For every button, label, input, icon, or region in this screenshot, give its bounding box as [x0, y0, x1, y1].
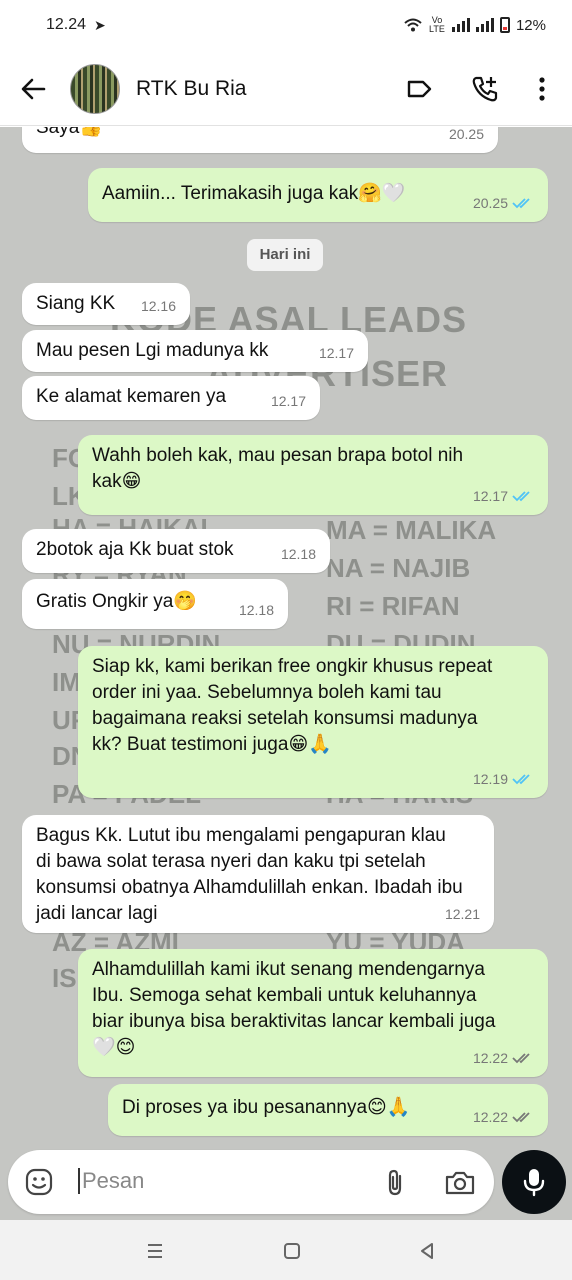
- message-text: Gratis Ongkir ya🤭: [36, 591, 197, 612]
- message-meta: 20.25: [473, 190, 534, 216]
- chat-area[interactable]: KODE ASAL LEADS ADVERTISER FO LK HA = HA…: [0, 127, 572, 1220]
- message-meta: 12.17: [271, 388, 306, 414]
- message-time: 12.22: [472, 1050, 508, 1066]
- message-meta: 20.25: [449, 127, 484, 147]
- message-text: Bagus Kk. Lutut ibu mengalami pengapuran…: [36, 825, 463, 924]
- attach-icon[interactable]: [382, 1168, 410, 1198]
- message-time: 12.18: [238, 602, 274, 618]
- read-ticks-icon: [512, 491, 530, 502]
- battery-percent: 12%: [515, 16, 546, 34]
- message-text: 2botok aja Kk buat stok: [36, 539, 234, 560]
- message-incoming[interactable]: Gratis Ongkir ya🤭 12.18: [22, 579, 288, 629]
- message-meta: 12.19: [473, 766, 534, 792]
- label-icon[interactable]: [404, 74, 434, 104]
- message-outgoing[interactable]: Aamiin... Terimakasih juga kak🤗🤍 20.25: [88, 168, 548, 222]
- message-incoming[interactable]: Siang KK 12.16: [22, 283, 190, 325]
- delivered-ticks-icon: [512, 1112, 530, 1123]
- system-navigation-bar: [0, 1220, 572, 1280]
- message-outgoing[interactable]: Di proses ya ibu pesanannya😊🙏 12.22: [108, 1084, 548, 1136]
- message-incoming[interactable]: Saya👍 20.25: [22, 127, 498, 153]
- message-time: 12.17: [318, 345, 354, 361]
- contact-name[interactable]: RTK Bu Ria: [136, 77, 247, 101]
- date-separator: Hari ini: [247, 239, 323, 271]
- message-text: Aamiin... Terimakasih juga kak🤗🤍: [102, 183, 406, 204]
- message-meta: 12.18: [239, 597, 274, 623]
- message-time: 12.16: [140, 298, 176, 314]
- message-meta: 12.16: [141, 293, 176, 319]
- status-icons: Vo LTE 12%: [404, 16, 546, 34]
- battery-icon: [499, 17, 510, 33]
- more-options-icon[interactable]: [527, 74, 557, 104]
- message-meta: 12.17: [473, 483, 534, 509]
- message-time: 12.18: [280, 546, 316, 562]
- read-ticks-icon: [512, 774, 530, 785]
- read-ticks-icon: [512, 198, 530, 209]
- message-text: Saya👍: [36, 127, 103, 138]
- wallpaper-code: RI = RIFAN: [326, 591, 460, 621]
- message-time: 12.21: [444, 906, 480, 922]
- mic-icon: [523, 1169, 545, 1197]
- message-incoming[interactable]: 2botok aja Kk buat stok 12.18: [22, 529, 330, 573]
- message-outgoing[interactable]: Siap kk, kami berikan free ongkir khusus…: [78, 646, 548, 798]
- status-bar: 12.24 ➤ Vo LTE 12%: [0, 0, 572, 52]
- message-time: 20.25: [472, 195, 508, 211]
- message-text: Siang KK: [36, 293, 116, 314]
- home-icon[interactable]: [279, 1238, 305, 1264]
- message-incoming[interactable]: Mau pesen Lgi madunya kk 12.17: [22, 330, 368, 372]
- message-text: Mau pesen Lgi madunya kk: [36, 340, 269, 361]
- status-time: 12.24: [46, 16, 87, 33]
- wallpaper-code: MA = MALIKA: [326, 515, 497, 545]
- message-incoming[interactable]: Bagus Kk. Lutut ibu mengalami pengapuran…: [22, 815, 494, 933]
- mic-button[interactable]: [502, 1150, 566, 1214]
- message-outgoing[interactable]: Alhamdulillah kami ikut senang mendengar…: [78, 949, 548, 1077]
- message-text: Alhamdulillah kami ikut senang mendengar…: [92, 959, 496, 1058]
- wifi-icon: [404, 18, 422, 32]
- message-text: Siap kk, kami berikan free ongkir khusus…: [92, 656, 493, 755]
- message-outgoing[interactable]: Wahh boleh kak, mau pesan brapa botol ni…: [78, 435, 548, 515]
- message-text: Ke alamat kemaren ya: [36, 386, 227, 407]
- delivered-ticks-icon: [512, 1053, 530, 1064]
- wallpaper-code: NA = NAJIB: [326, 553, 471, 583]
- chat-header: RTK Bu Ria: [0, 52, 572, 126]
- message-input-bar[interactable]: Pesan: [8, 1150, 494, 1214]
- wallpaper-code: IS: [52, 963, 77, 993]
- camera-icon[interactable]: [444, 1168, 476, 1198]
- recent-apps-icon[interactable]: [142, 1238, 168, 1264]
- message-text: Wahh boleh kak, mau pesan brapa botol ni…: [92, 445, 464, 492]
- message-incoming[interactable]: Ke alamat kemaren ya 12.17: [22, 376, 320, 420]
- message-meta: 12.22: [473, 1045, 534, 1071]
- message-time: 20.25: [448, 127, 484, 142]
- message-meta: 12.17: [319, 340, 354, 366]
- message-time: 12.17: [270, 393, 306, 409]
- volte-label: Vo LTE: [429, 15, 445, 34]
- avatar[interactable]: [70, 64, 120, 114]
- message-time: 12.17: [472, 488, 508, 504]
- wallpaper-code: IM: [52, 667, 81, 697]
- message-meta: 12.22: [473, 1104, 534, 1130]
- message-text: Di proses ya ibu pesanannya😊🙏: [122, 1097, 411, 1118]
- signal-icon: [451, 18, 470, 32]
- message-meta: 12.21: [445, 901, 480, 927]
- message-time: 12.22: [472, 1109, 508, 1125]
- navigation-arrow-icon: ➤: [94, 17, 106, 33]
- message-input[interactable]: Pesan: [78, 1168, 144, 1194]
- back-nav-icon[interactable]: [414, 1238, 440, 1264]
- emoji-icon[interactable]: [24, 1167, 54, 1197]
- message-time: 12.19: [472, 771, 508, 787]
- add-call-icon[interactable]: [470, 74, 500, 104]
- back-arrow-icon[interactable]: [18, 74, 48, 104]
- message-meta: 12.18: [281, 541, 316, 567]
- signal-icon-2: [475, 18, 494, 32]
